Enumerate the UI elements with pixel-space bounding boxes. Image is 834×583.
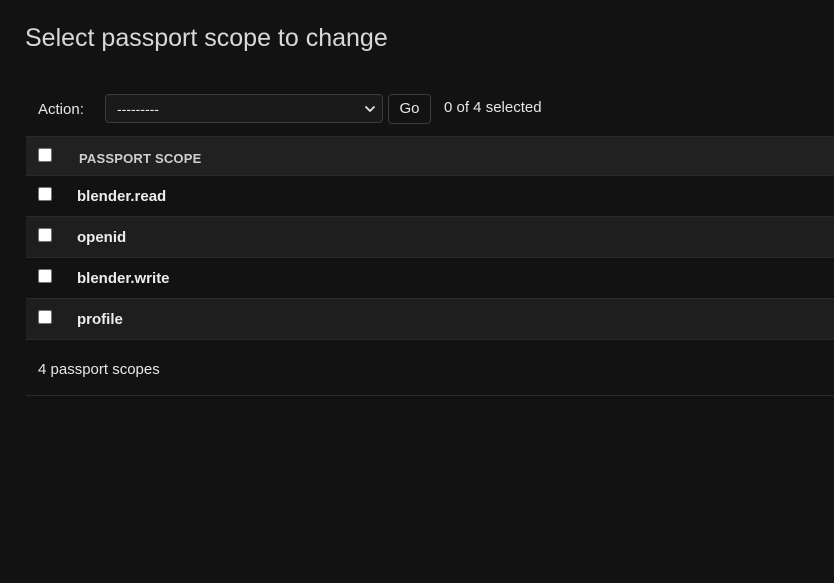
action-select[interactable]: ---------	[105, 94, 383, 123]
select-all-checkbox[interactable]	[38, 148, 52, 162]
table-header-row: PASSPORT SCOPE	[26, 136, 834, 176]
row-checkbox[interactable]	[38, 269, 52, 283]
table-row: blender.write	[26, 258, 834, 299]
table-row: openid	[26, 217, 834, 258]
selection-counter: 0 of 4 selected	[444, 99, 542, 116]
page: Select passport scope to change Action: …	[0, 0, 834, 583]
paginator: 4 passport scopes	[26, 342, 834, 396]
row-checkbox[interactable]	[38, 187, 52, 201]
row-link[interactable]: blender.write	[77, 270, 170, 287]
results-table: PASSPORT SCOPE blender.read openid blend…	[26, 136, 834, 340]
page-title: Select passport scope to change	[25, 24, 388, 52]
column-header-passport-scope[interactable]: PASSPORT SCOPE	[79, 151, 201, 166]
go-button[interactable]: Go	[388, 94, 431, 124]
action-label: Action:	[38, 101, 84, 118]
table-row: profile	[26, 299, 834, 340]
action-select-value: ---------	[117, 101, 159, 117]
row-link[interactable]: blender.read	[77, 188, 166, 205]
row-link[interactable]: openid	[77, 229, 126, 246]
table-row: blender.read	[26, 176, 834, 217]
chevron-down-icon	[365, 106, 375, 112]
row-link[interactable]: profile	[77, 311, 123, 328]
row-checkbox[interactable]	[38, 310, 52, 324]
result-count: 4 passport scopes	[38, 361, 160, 378]
actions-bar: Action: --------- Go 0 of 4 selected	[26, 90, 834, 128]
row-checkbox[interactable]	[38, 228, 52, 242]
